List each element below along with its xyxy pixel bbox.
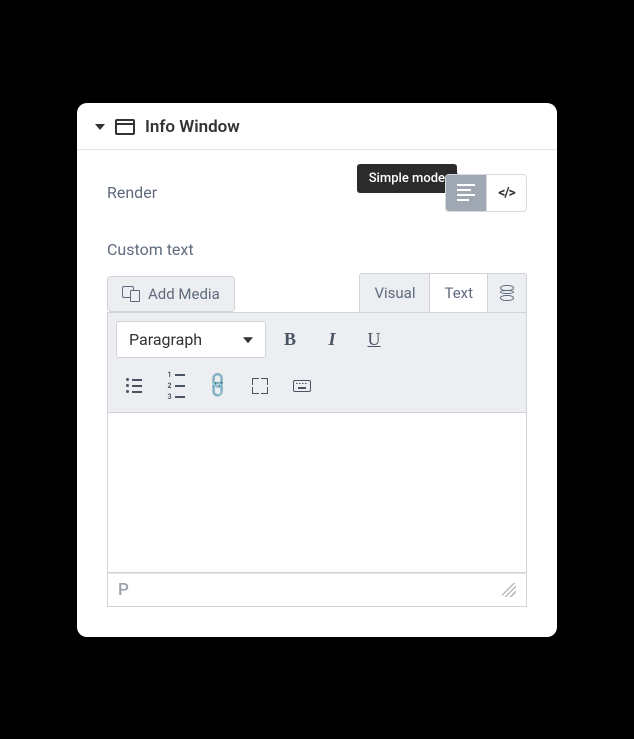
render-mode-toggle: </> [445, 174, 527, 212]
editor-tabs: Visual Text [360, 273, 527, 312]
custom-text-label: Custom text [107, 240, 527, 259]
keyboard-icon [293, 380, 311, 392]
render-row: Render </> [107, 174, 527, 212]
database-icon [500, 285, 514, 301]
numbered-list-icon [168, 371, 185, 401]
render-label: Render [107, 183, 157, 202]
code-icon: </> [498, 185, 515, 201]
link-button[interactable]: 🔗 [200, 368, 236, 404]
render-tooltip: Simple mode [357, 164, 457, 193]
bold-button[interactable]: B [272, 321, 308, 357]
panel-title: Info Window [145, 117, 240, 137]
collapse-caret-icon[interactable] [95, 124, 105, 130]
tab-text[interactable]: Text [429, 273, 488, 312]
panel-body: Simple mode Render </> Custom text Add M… [77, 150, 557, 637]
tab-shortcodes[interactable] [487, 273, 527, 312]
code-mode-button[interactable]: </> [486, 175, 526, 211]
numbered-list-button[interactable] [158, 368, 194, 404]
text-lines-icon [457, 184, 475, 201]
editor-toolbar: Paragraph B I U 🔗 [107, 312, 527, 413]
add-media-label: Add Media [148, 285, 220, 303]
underline-button[interactable]: U [356, 321, 392, 357]
panel-header[interactable]: Info Window [77, 103, 557, 150]
format-select[interactable]: Paragraph [116, 321, 266, 358]
bullet-list-icon [126, 378, 142, 393]
add-media-button[interactable]: Add Media [107, 276, 235, 312]
editor-textarea[interactable] [107, 413, 527, 573]
resize-handle[interactable] [502, 583, 516, 597]
editor-statusbar: P [107, 573, 527, 607]
expand-icon [252, 378, 268, 394]
simple-mode-button[interactable] [446, 175, 486, 211]
window-icon [115, 119, 135, 135]
fullscreen-button[interactable] [242, 368, 278, 404]
info-window-panel: Info Window Simple mode Render </> Custo… [77, 103, 557, 637]
tab-visual[interactable]: Visual [359, 273, 430, 312]
element-path[interactable]: P [118, 580, 129, 600]
editor-top-bar: Add Media Visual Text [107, 273, 527, 312]
link-icon: 🔗 [203, 370, 234, 401]
italic-button[interactable]: I [314, 321, 350, 357]
keyboard-button[interactable] [284, 368, 320, 404]
media-icon [122, 286, 140, 302]
bullet-list-button[interactable] [116, 368, 152, 404]
